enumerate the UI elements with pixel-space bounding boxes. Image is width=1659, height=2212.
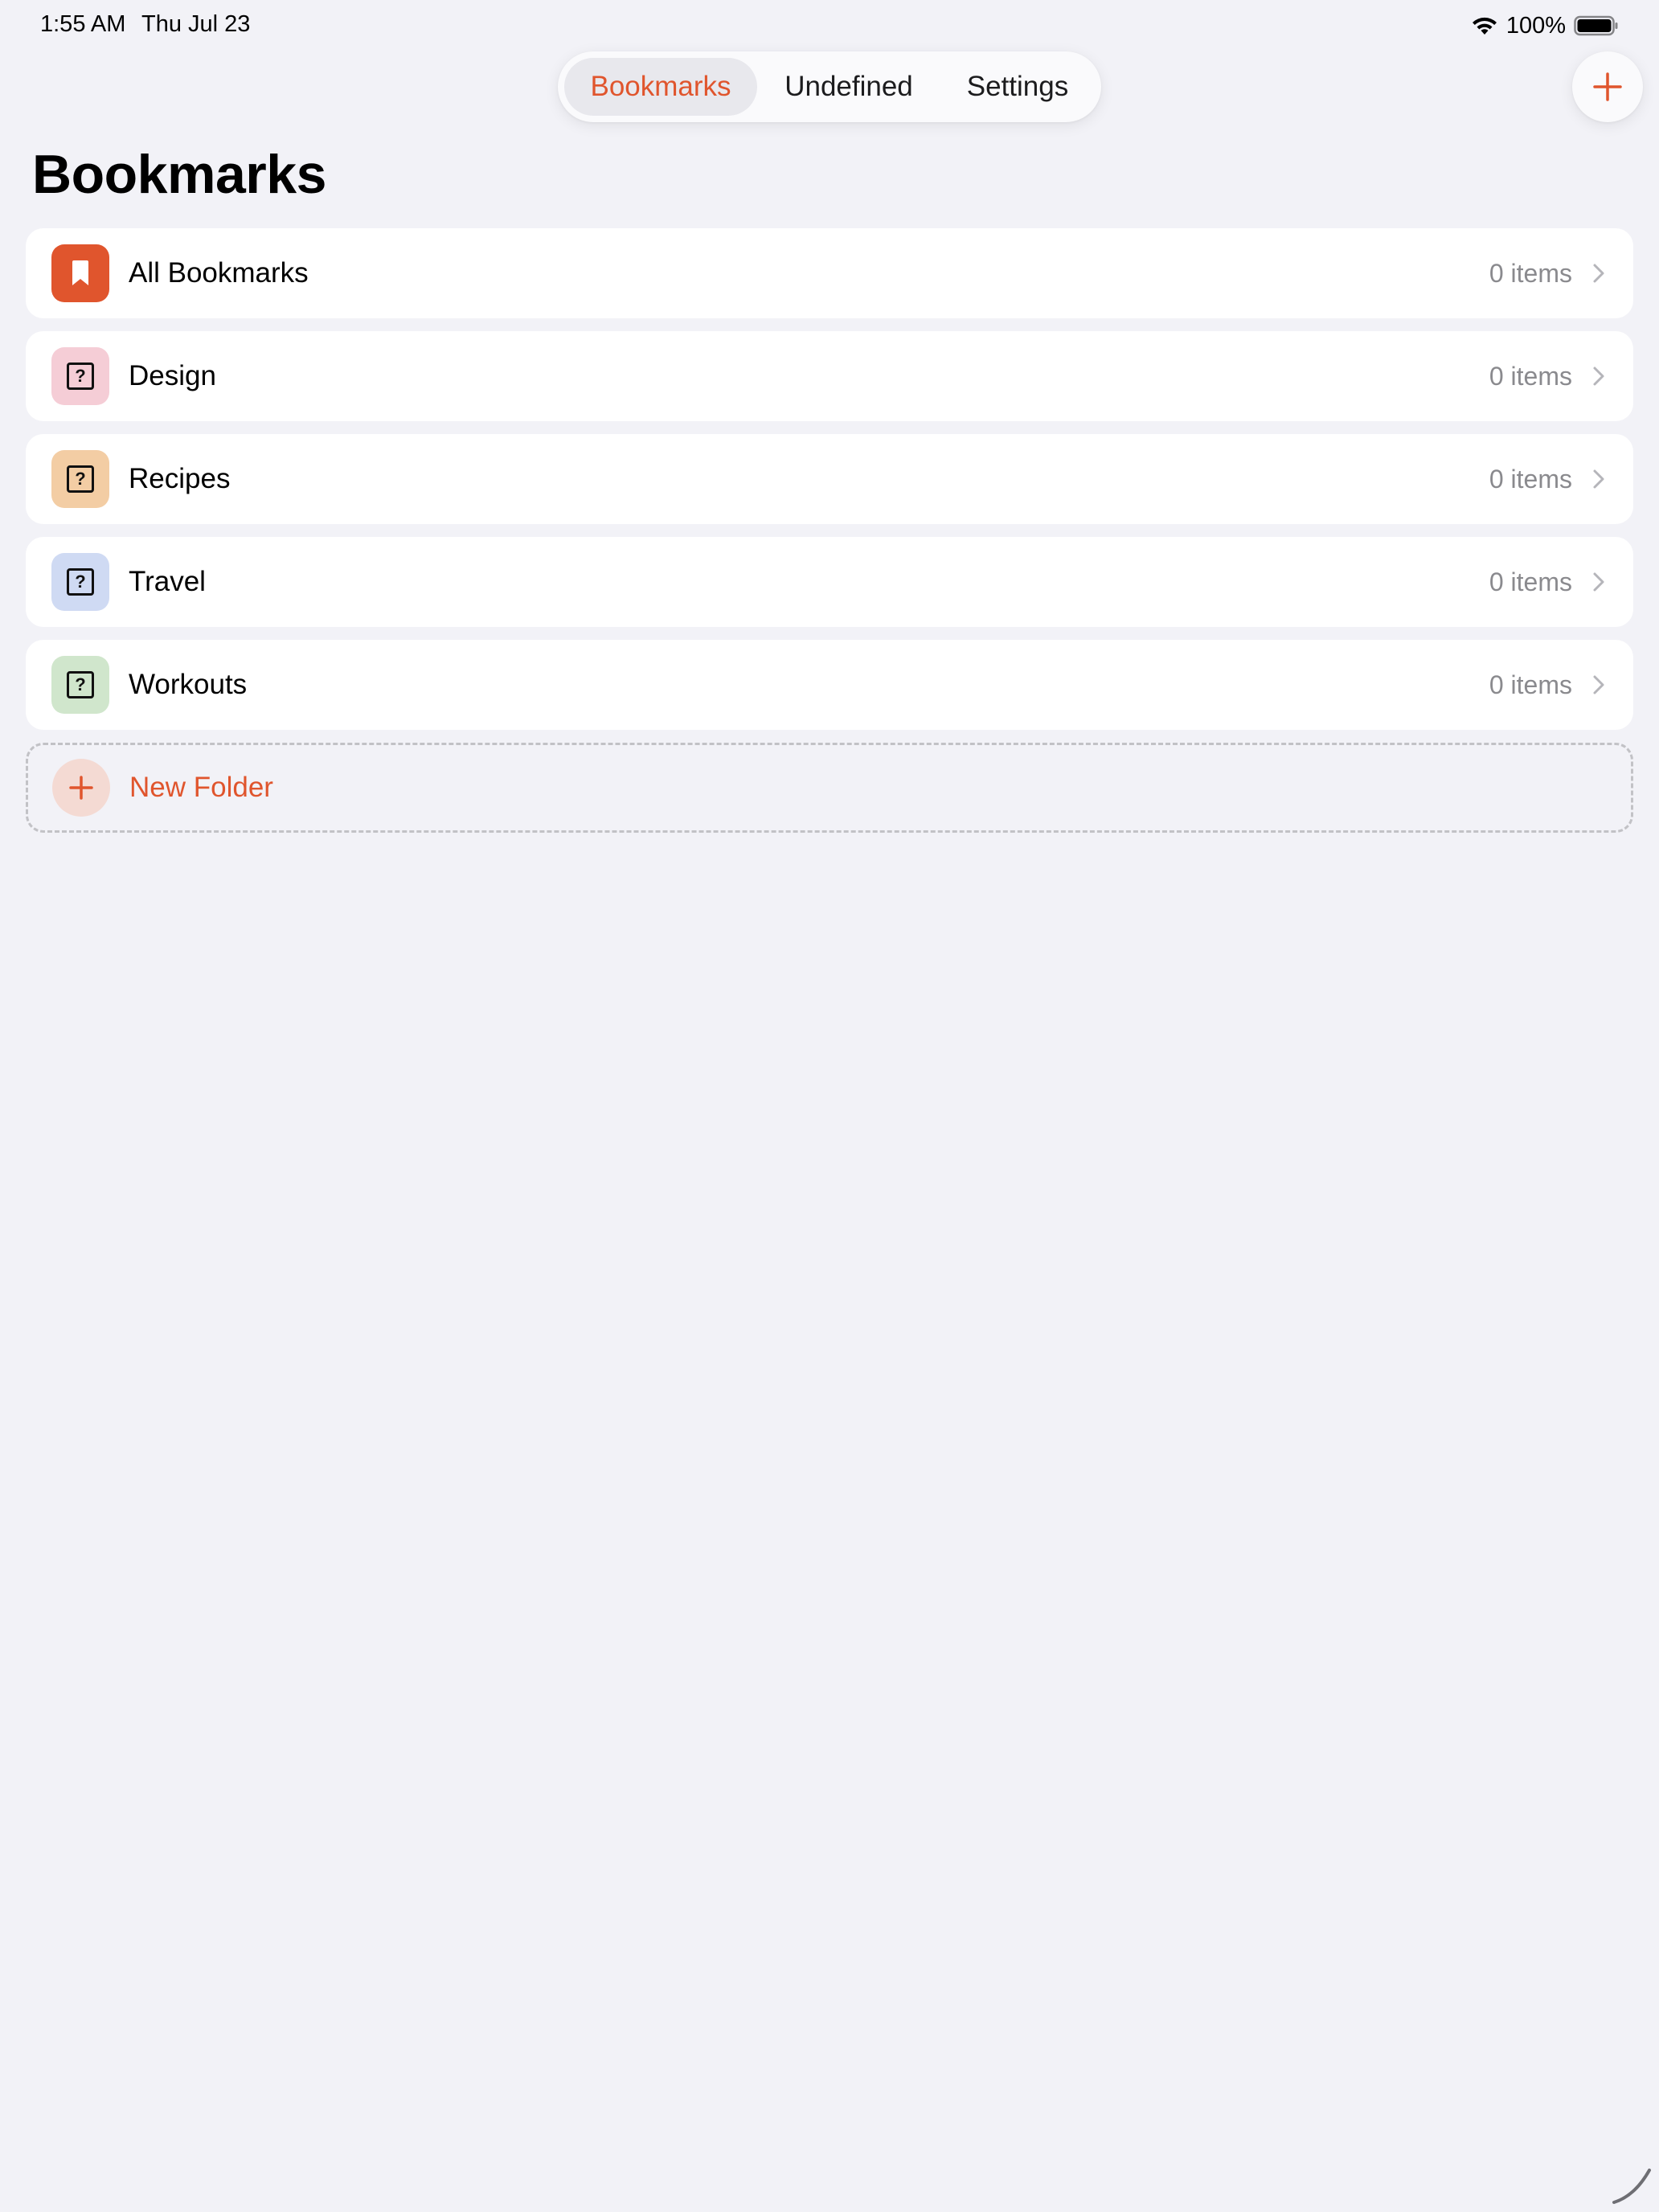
add-button[interactable] — [1572, 51, 1643, 122]
folder-label: All Bookmarks — [129, 257, 309, 289]
tab-switcher: Bookmarks Undefined Settings — [558, 51, 1101, 122]
status-bar: 1:55 AM Thu Jul 23 100% — [0, 0, 1659, 51]
status-indicators: 100% — [1471, 10, 1619, 42]
new-folder-label: New Folder — [129, 772, 273, 803]
bookmark-icon — [51, 244, 109, 302]
page-title: Bookmarks — [32, 144, 326, 205]
folder-count: 0 items — [1489, 465, 1572, 494]
battery-icon — [1574, 15, 1618, 36]
new-folder-button[interactable]: New Folder — [26, 743, 1633, 833]
question-mark-icon: ? — [51, 450, 109, 508]
wifi-icon — [1472, 17, 1497, 35]
resize-handle-icon[interactable] — [1611, 2164, 1653, 2206]
folder-label: Workouts — [129, 669, 248, 700]
folder-label: Design — [129, 360, 216, 391]
tab-undefined[interactable]: Undefined — [757, 58, 940, 116]
folder-row-design[interactable]: ? Design 0 items — [26, 331, 1633, 421]
folder-count: 0 items — [1489, 567, 1572, 596]
tab-settings[interactable]: Settings — [940, 58, 1095, 116]
chevron-right-icon — [1593, 367, 1604, 386]
folder-row-travel[interactable]: ? Travel 0 items — [26, 537, 1633, 627]
chevron-right-icon — [1593, 675, 1604, 694]
question-mark-icon: ? — [51, 656, 109, 714]
tab-bookmarks[interactable]: Bookmarks — [564, 58, 757, 116]
plus-icon — [1593, 72, 1622, 101]
folder-count: 0 items — [1489, 670, 1572, 699]
folder-count: 0 items — [1489, 259, 1572, 288]
question-mark-icon: ? — [51, 347, 109, 405]
status-time: 1:55 AM — [40, 11, 126, 37]
folder-row-recipes[interactable]: ? Recipes 0 items — [26, 434, 1633, 524]
status-date: Thu Jul 23 — [141, 11, 251, 37]
chevron-right-icon — [1593, 572, 1604, 592]
folder-label: Recipes — [129, 463, 231, 494]
plus-icon — [52, 759, 110, 817]
folder-label: Travel — [129, 566, 206, 597]
chevron-right-icon — [1593, 264, 1604, 283]
folder-row-all-bookmarks[interactable]: All Bookmarks 0 items — [26, 228, 1633, 318]
folder-count: 0 items — [1489, 362, 1572, 391]
battery-percentage: 100% — [1505, 12, 1566, 39]
question-mark-icon: ? — [51, 553, 109, 611]
chevron-right-icon — [1593, 469, 1604, 489]
folder-row-workouts[interactable]: ? Workouts 0 items — [26, 640, 1633, 730]
